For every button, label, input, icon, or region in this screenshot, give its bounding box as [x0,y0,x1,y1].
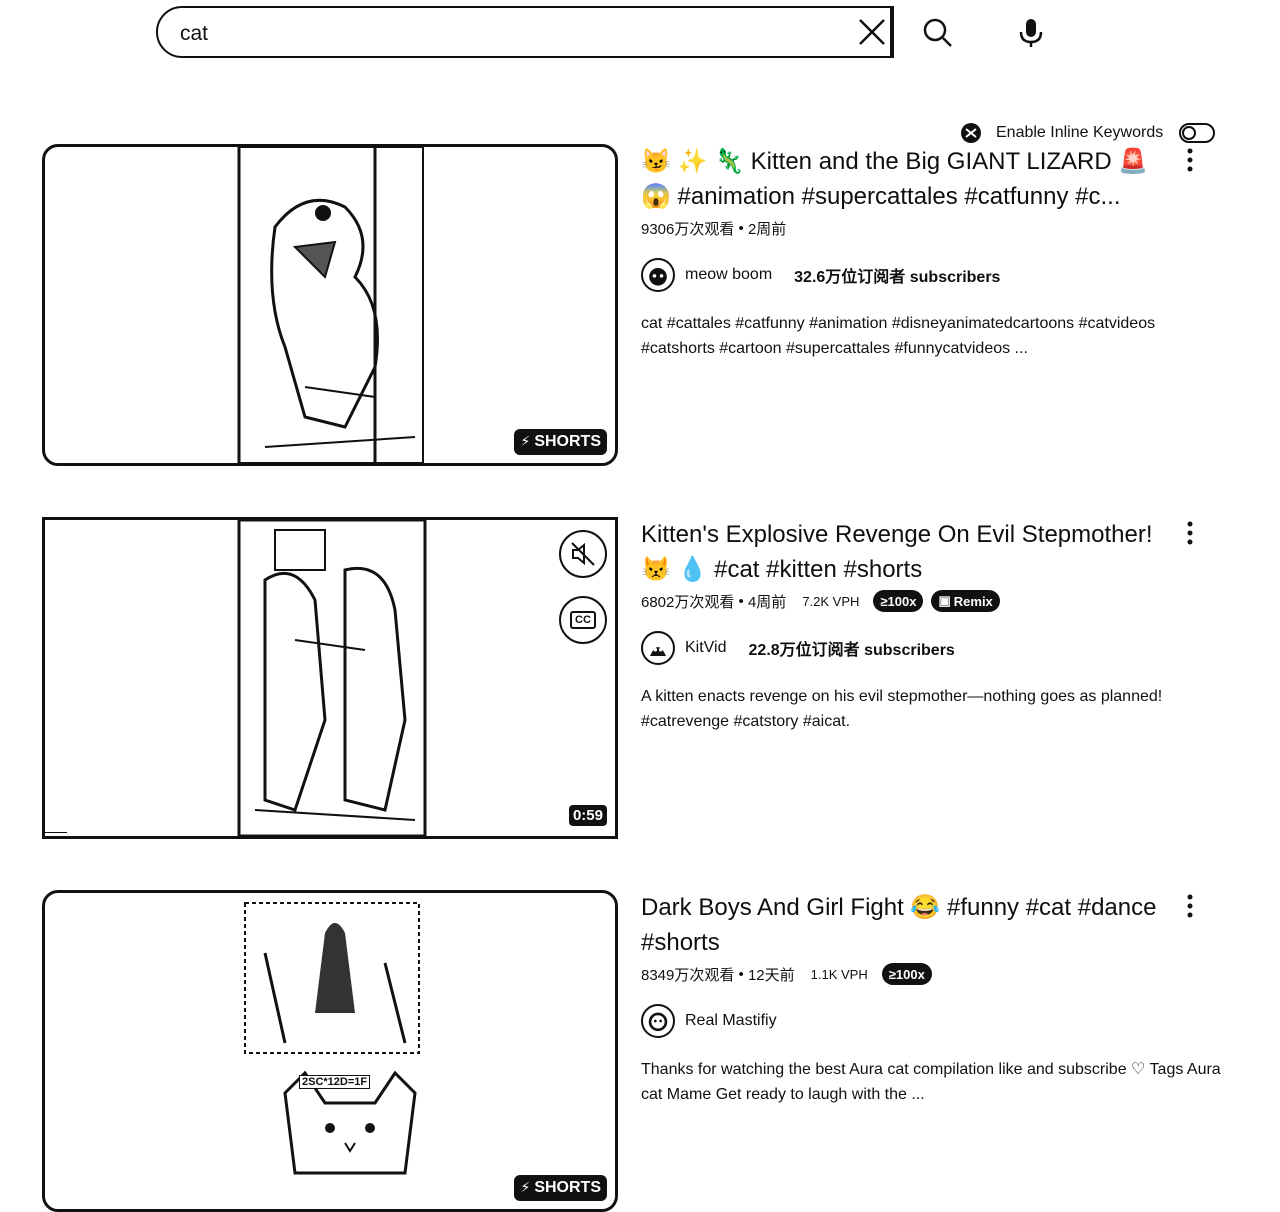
extension-icon [961,123,981,143]
meta-dot: • [734,592,748,610]
channel-avatar[interactable] [641,258,675,292]
thumbnail-image [239,893,425,1209]
more-options-icon[interactable] [1178,519,1202,547]
vph-value: 1.1K VPH [810,966,868,982]
video-meta: 8349万次观看 • 12天前 1.1K VPH ≥100x [641,962,1181,986]
video-description: A kitten enacts revenge on his evil step… [641,688,1163,730]
outlier-badge: ≥100x [873,590,924,612]
mute-button[interactable] [559,530,607,578]
upload-age: 4周前 [747,593,787,611]
channel-avatar[interactable] [641,631,675,665]
captions-icon: CC [570,611,596,629]
video-info: 😼 ✨ 🦎 Kitten and the Big GIANT LIZARD 🚨 … [641,144,1181,361]
video-thumbnail[interactable]: 2SC*12D=1F ⚡ SHORTS [42,890,618,1212]
view-count: 9306万次观看 [641,220,735,238]
search-icon[interactable] [922,17,954,49]
video-title[interactable]: 😼 ✨ 🦎 Kitten and the Big GIANT LIZARD 🚨 … [641,144,1181,214]
video-title[interactable]: Kitten's Explosive Revenge On Evil Stepm… [641,517,1181,587]
view-count: 8349万次观看 [641,966,735,984]
thumbnail-image [237,520,427,836]
captions-button[interactable]: CC [559,596,607,644]
more-options-icon[interactable] [1178,892,1202,920]
remix-icon: ▣ [938,593,951,608]
shorts-icon: ⚡ [520,434,531,450]
shorts-label: SHORTS [534,1179,601,1196]
video-info: Dark Boys And Girl Fight 😂 #funny #cat #… [641,890,1221,1107]
video-description: cat #cattales #catfunny #animation #disn… [641,315,1156,357]
remix-label: Remix [953,593,993,609]
thumbnail-caption: 2SC*12D=1F [299,1075,371,1089]
subscriber-count: 22.8万位订阅者 subscribers [748,642,955,659]
video-info: Kitten's Explosive Revenge On Evil Stepm… [641,517,1181,734]
video-thumbnail[interactable]: CC 0:59 [42,517,618,839]
microphone-icon[interactable] [1014,16,1048,50]
video-description: Thanks for watching the best Aura cat co… [641,1061,1221,1103]
shorts-badge: ⚡ SHORTS [514,429,607,455]
upload-age: 12天前 [747,966,795,984]
outlier-label: ≥100x [888,966,925,982]
video-meta: 6802万次观看 • 4周前 7.2K VPH ≥100x ▣ Remix [641,589,1181,613]
meta-dot: • [734,219,748,237]
inline-keywords-toggle[interactable] [1179,123,1216,143]
channel-name[interactable]: meow boom [685,266,772,284]
duration-badge: 0:59 [568,805,607,826]
vph-value: 7.2K VPH [802,593,860,609]
inline-keywords-row: Enable Inline Keywords [960,120,1216,146]
channel-avatar[interactable] [641,1004,675,1038]
subscriber-count: 32.6万位订阅者 subscribers [794,269,1001,286]
muted-speaker-icon [571,542,595,566]
remix-badge[interactable]: ▣ Remix [931,590,1000,612]
upload-age: 2周前 [747,220,787,238]
view-count: 6802万次观看 [641,593,735,611]
video-title[interactable]: Dark Boys And Girl Fight 😂 #funny #cat #… [641,890,1181,960]
inline-keywords-label: Enable Inline Keywords [996,124,1164,141]
progress-bar [45,832,67,836]
outlier-badge: ≥100x [881,963,932,985]
meta-dot: • [734,965,748,983]
shorts-badge: ⚡ SHORTS [514,1175,607,1201]
thumbnail-image [237,147,424,463]
channel-row: KitVid 22.8万位订阅者 subscribers [641,631,1181,665]
channel-name[interactable]: KitVid [685,639,727,657]
clear-search-icon[interactable] [856,16,888,48]
search-divider [892,6,894,58]
search-box[interactable] [156,6,892,58]
channel-row: Real Mastifiy [641,1004,1181,1038]
channel-name[interactable]: Real Mastifiy [685,1012,777,1030]
channel-row: meow boom 32.6万位订阅者 subscribers [641,258,1181,292]
video-thumbnail[interactable]: ⚡ SHORTS [42,144,618,466]
outlier-label: ≥100x [880,593,917,609]
more-options-icon[interactable] [1178,146,1202,174]
shorts-label: SHORTS [534,433,601,450]
video-meta: 9306万次观看 • 2周前 [641,216,1181,240]
search-input[interactable] [178,18,822,50]
shorts-icon: ⚡ [520,1180,531,1196]
